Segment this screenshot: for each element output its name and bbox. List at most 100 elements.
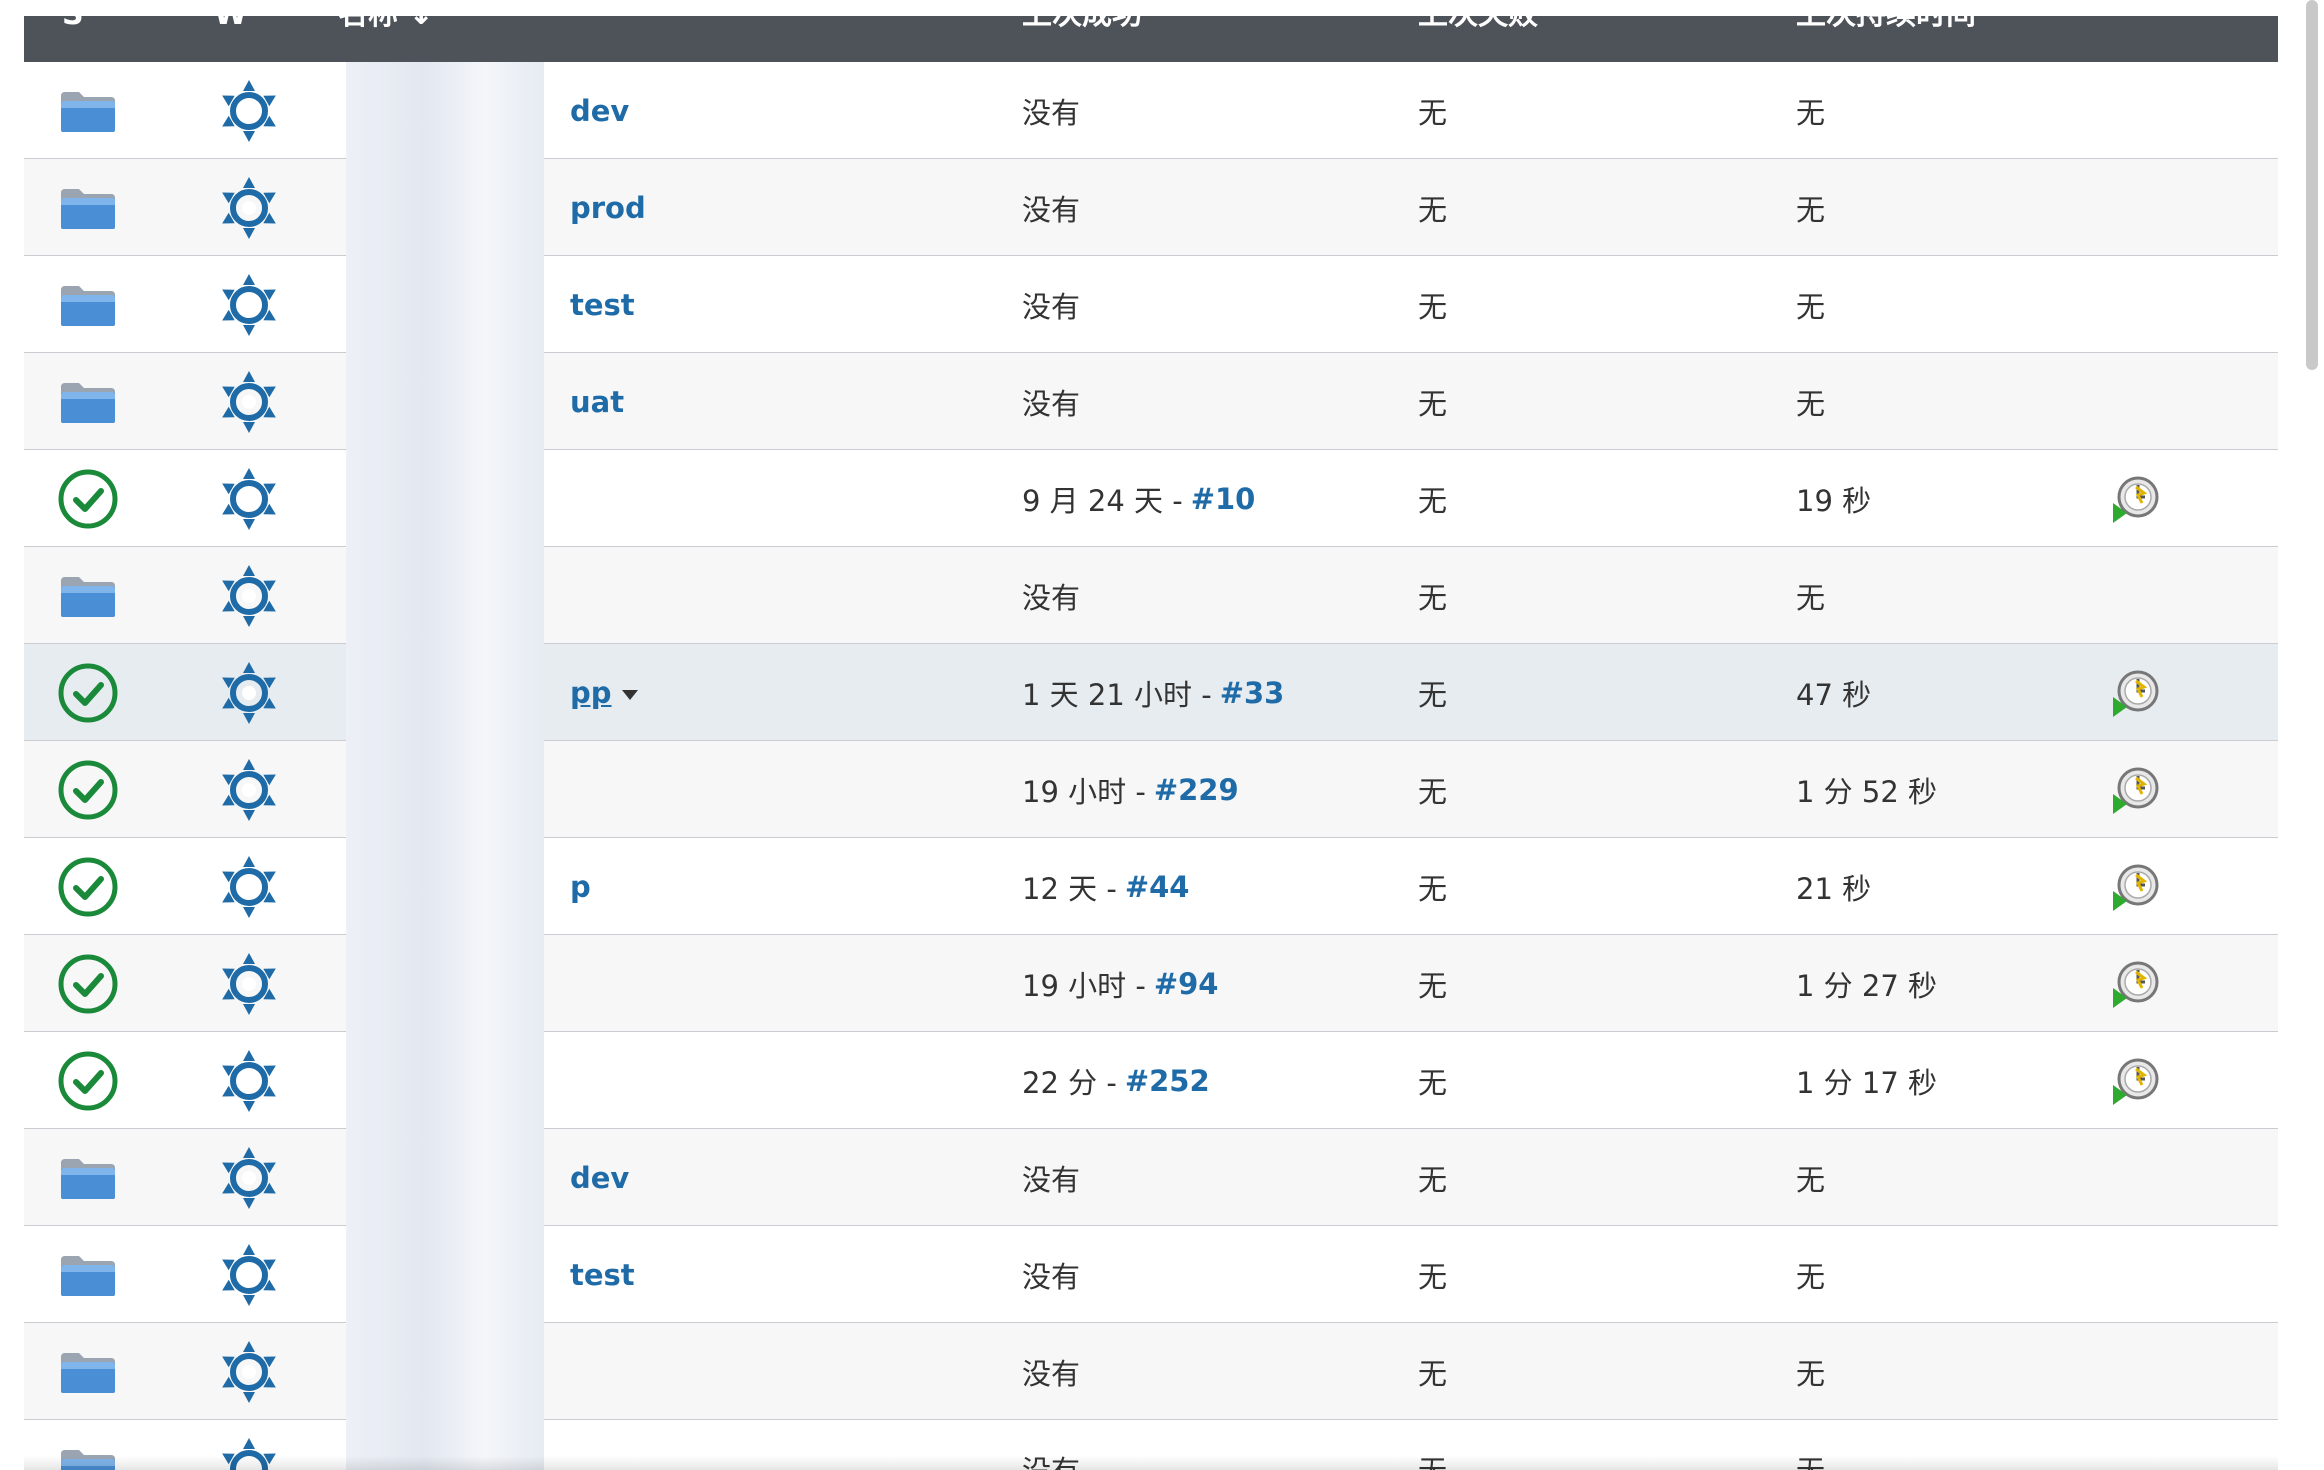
schedule-build-icon[interactable] [2096, 838, 2176, 935]
weather-sun-icon [194, 450, 304, 547]
job-name-link-suffix[interactable]: test [570, 1258, 635, 1292]
last-failure-cell: 无 [1418, 1032, 1718, 1129]
success-check-icon [48, 935, 128, 1032]
build-number-link[interactable]: #229 [1154, 773, 1239, 807]
job-name-link-suffix[interactable]: pp [570, 676, 612, 710]
folder-icon [48, 159, 128, 256]
redacted-block [346, 1032, 544, 1129]
last-success-cell: 19 小时 - #94 [1022, 935, 1382, 1032]
last-failure-cell: 无 [1418, 644, 1718, 741]
weather-sun-icon [194, 1129, 304, 1226]
header-weather[interactable]: W [214, 16, 247, 46]
header-last-success[interactable]: 上次成功 [1022, 16, 1142, 46]
folder-icon [48, 62, 128, 159]
job-name-link-suffix[interactable]: prod [570, 191, 646, 225]
folder-icon [48, 1129, 128, 1226]
last-duration-text: 19 秒 [1796, 483, 1872, 518]
last-failure-text: 无 [1418, 677, 1448, 712]
last-failure-text: 无 [1418, 580, 1448, 615]
last-duration-text: 无 [1796, 1162, 1826, 1197]
last-failure-text: 无 [1418, 289, 1448, 324]
build-number-link[interactable]: #252 [1125, 1064, 1210, 1098]
weather-sun-icon [194, 159, 304, 256]
last-duration-cell: 无 [1796, 547, 2096, 644]
schedule-build-icon[interactable] [2096, 935, 2176, 1032]
last-failure-text: 无 [1418, 1162, 1448, 1197]
chevron-down-icon[interactable] [621, 689, 638, 700]
last-failure-cell: 无 [1418, 547, 1718, 644]
last-failure-cell: 无 [1418, 450, 1718, 547]
last-success-cell: 没有 [1022, 1226, 1382, 1323]
last-duration-cell: 1 分 27 秒 [1796, 935, 2096, 1032]
header-last-failure[interactable]: 上次失败 [1418, 16, 1538, 46]
last-duration-cell: 无 [1796, 159, 2096, 256]
last-success-cell: 12 天 - #44 [1022, 838, 1382, 935]
last-failure-text: 无 [1418, 95, 1448, 130]
job-name-link-suffix[interactable]: dev [570, 1161, 629, 1195]
schedule-build-icon[interactable] [2096, 450, 2176, 547]
build-number-link[interactable]: #33 [1220, 676, 1285, 710]
header-name[interactable]: 名称 ↓ [338, 16, 434, 46]
last-duration-text: 1 分 52 秒 [1796, 774, 1938, 809]
last-success-text: 没有 [1022, 289, 1081, 324]
last-duration-cell: 无 [1796, 1129, 2096, 1226]
table-row: fro19 小时 -#229无1 分 52 秒 [24, 741, 2278, 838]
last-duration-text: 无 [1796, 1356, 1826, 1391]
redacted-block [346, 547, 544, 644]
header-last-duration[interactable]: 上次持续时间 [1796, 16, 1976, 46]
last-failure-cell: 无 [1418, 1129, 1718, 1226]
folder-icon [48, 547, 128, 644]
last-success-cell: 没有 [1022, 159, 1382, 256]
table-row: godev没有无无 [24, 1129, 2278, 1226]
schedule-build-icon[interactable] [2096, 1032, 2176, 1129]
last-duration-text: 47 秒 [1796, 677, 1872, 712]
table-row: apuat没有无无 [24, 353, 2278, 450]
weather-sun-icon [194, 256, 304, 353]
job-name-link-suffix[interactable]: test [570, 288, 635, 322]
job-name-link-suffix[interactable]: p [570, 870, 591, 904]
success-check-icon [48, 644, 128, 741]
header-status[interactable]: S [62, 16, 84, 46]
last-duration-cell: 无 [1796, 62, 2096, 159]
last-success-text: 没有 [1022, 1162, 1081, 1197]
weather-sun-icon [194, 353, 304, 450]
redacted-block [346, 935, 544, 1032]
last-duration-cell: 无 [1796, 353, 2096, 450]
last-duration-text: 1 分 17 秒 [1796, 1065, 1938, 1100]
success-check-icon [48, 838, 128, 935]
last-duration-text: 无 [1796, 580, 1826, 615]
job-name-link-suffix[interactable]: dev [570, 94, 629, 128]
vertical-scrollbar[interactable] [2306, 0, 2318, 370]
last-success-cell: 9 月 24 天 - #10 [1022, 450, 1382, 547]
table-row: go没有无无 [24, 1323, 2278, 1420]
weather-sun-icon [194, 1323, 304, 1420]
build-number-link[interactable]: #10 [1191, 482, 1256, 516]
weather-sun-icon [194, 547, 304, 644]
table-row: fro22 分 -#252无1 分 17 秒 [24, 1032, 2278, 1129]
last-failure-cell: 无 [1418, 62, 1718, 159]
redacted-block [346, 353, 544, 450]
schedule-build-icon[interactable] [2096, 644, 2176, 741]
last-duration-text: 无 [1796, 289, 1826, 324]
schedule-build-icon[interactable] [2096, 741, 2176, 838]
build-number-link[interactable]: #44 [1125, 870, 1190, 904]
last-success-text: 22 分 - [1022, 1065, 1117, 1100]
last-duration-cell: 19 秒 [1796, 450, 2096, 547]
table-row: apdev没有无无 [24, 62, 2278, 159]
table-row: gotest没有无无 [24, 1226, 2278, 1323]
table-row: approd没有无无 [24, 159, 2278, 256]
last-success-cell: 没有 [1022, 1129, 1382, 1226]
job-name-link-suffix[interactable]: uat [570, 385, 624, 419]
last-success-cell: 19 小时 - #229 [1022, 741, 1382, 838]
last-success-cell: 22 分 - #252 [1022, 1032, 1382, 1129]
last-duration-text: 无 [1796, 95, 1826, 130]
last-failure-cell: 无 [1418, 256, 1718, 353]
build-number-link[interactable]: #94 [1154, 967, 1219, 1001]
success-check-icon [48, 741, 128, 838]
jobs-table: S W 名称 ↓ 上次成功 上次失败 上次持续时间 apdev没有无无appro… [24, 0, 2278, 1470]
last-success-text: 9 月 24 天 - [1022, 483, 1183, 518]
last-success-cell: 没有 [1022, 1323, 1382, 1420]
redacted-block [346, 62, 544, 159]
last-failure-text: 无 [1418, 871, 1448, 906]
last-duration-cell: 1 分 52 秒 [1796, 741, 2096, 838]
